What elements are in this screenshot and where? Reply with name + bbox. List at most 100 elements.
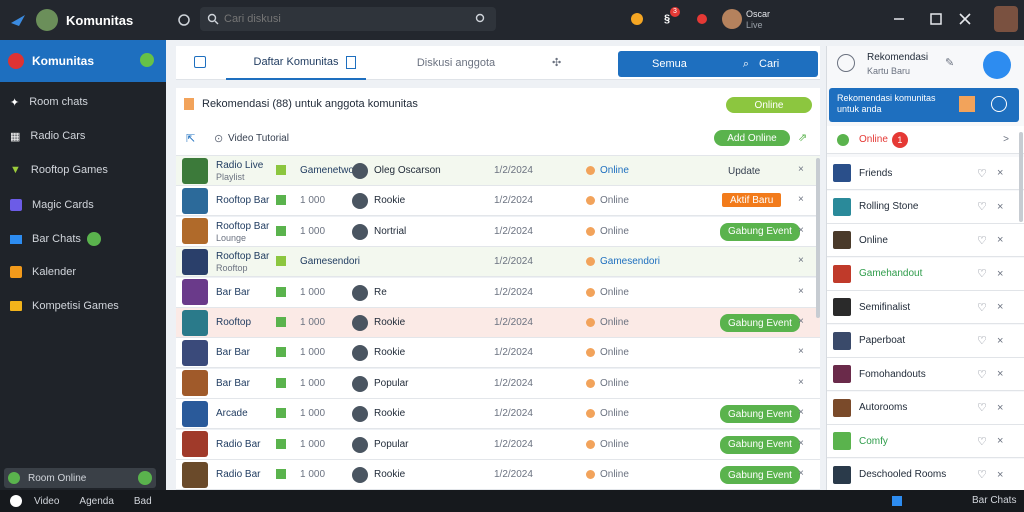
row-tag[interactable]: Gabung Event [720, 435, 800, 454]
headset-icon[interactable] [176, 12, 192, 28]
search-box[interactable] [200, 7, 496, 31]
friend-item[interactable]: Gamehandout ♡ × [827, 257, 1024, 291]
close-icon[interactable]: × [997, 335, 1003, 347]
close-icon[interactable]: × [997, 301, 1003, 313]
puzzle-icon[interactable]: ✣ [552, 56, 561, 69]
table-row[interactable]: Arcade 1 000 Rookie 1/2/2024 Online Gabung Ev… [176, 399, 820, 430]
fire-icon[interactable] [628, 10, 646, 28]
heart-icon[interactable]: ♡ [977, 200, 987, 213]
scrollbar[interactable] [1019, 132, 1023, 222]
row-more-icon[interactable]: × [798, 438, 804, 449]
row-check-icon[interactable] [276, 347, 286, 358]
row-more-icon[interactable]: × [798, 255, 804, 266]
row-more-icon[interactable]: × [798, 194, 804, 205]
grid-icon[interactable]: ⇱ [186, 132, 195, 145]
bottom-item[interactable]: Bad [134, 496, 152, 507]
close-icon[interactable] [958, 12, 972, 26]
row-check-icon[interactable] [276, 469, 286, 479]
avatar[interactable] [36, 9, 58, 31]
tab-communities[interactable]: Daftar Komunitas [226, 46, 366, 80]
sidebar-item-1[interactable]: ▦ Radio Cars [0, 126, 166, 146]
row-more-icon[interactable]: × [798, 468, 804, 479]
friend-item[interactable]: Autorooms ♡ × [827, 391, 1024, 425]
friend-item[interactable]: Friends ♡ × [827, 157, 1024, 190]
row-tag[interactable]: Update [720, 162, 768, 180]
search-input[interactable] [224, 13, 464, 25]
user-avatar[interactable] [722, 9, 742, 29]
collapse-icon[interactable]: > [1003, 134, 1009, 145]
heart-icon[interactable]: ♡ [977, 301, 987, 314]
heart-icon[interactable]: ♡ [977, 234, 987, 247]
close-icon[interactable]: × [997, 268, 1003, 280]
table-row[interactable]: Bar Bar 1 000 Popular 1/2/2024 Online × [176, 368, 820, 399]
sidebar-item-2[interactable]: ▼ Rooftop Games [0, 160, 166, 180]
close-icon[interactable]: × [997, 234, 1003, 246]
row-check-icon[interactable] [276, 256, 286, 267]
row-tag[interactable]: Gabung Event [720, 314, 800, 332]
table-row[interactable]: Rooftop Bar 1 000 Rookie 1/2/2024 Online Akti… [176, 186, 820, 217]
heart-icon[interactable]: ♡ [977, 368, 987, 381]
recommendation-banner[interactable]: Rekomendasi komunitas untuk anda [829, 88, 1019, 122]
sidebar-item-3[interactable]: Magic Cards [0, 195, 166, 215]
row-check-icon[interactable] [276, 195, 286, 206]
bottom-chat-icon[interactable] [892, 496, 902, 506]
filter-icon[interactable] [474, 13, 488, 25]
friend-item[interactable]: Paperboat ♡ × [827, 324, 1024, 358]
row-more-icon[interactable]: × [798, 407, 804, 418]
filter-button[interactable]: Semua ⌕ Cari [618, 51, 818, 77]
row-tag[interactable]: Aktif Baru [722, 193, 782, 208]
close-icon[interactable]: × [997, 402, 1003, 414]
heart-icon[interactable]: ♡ [977, 468, 987, 481]
table-row[interactable]: Radio Live Playlist Gamenetwork Oleg Oscars… [176, 156, 820, 186]
settings-icon[interactable] [140, 53, 154, 67]
share-icon[interactable]: ⇗ [798, 131, 807, 144]
row-check-icon[interactable] [276, 286, 286, 297]
table-row[interactable]: Rooftop Bar Lounge 1 000 Nortrial 1/2/2024 On… [176, 216, 820, 247]
heart-icon[interactable]: ♡ [977, 401, 987, 414]
home-icon[interactable] [194, 56, 206, 68]
table-row[interactable]: Radio Bar 1 000 Popular 1/2/2024 Online Gabun… [176, 429, 820, 460]
profile-avatar[interactable] [994, 6, 1018, 32]
online-section[interactable]: Online 1 > [827, 126, 1024, 154]
heart-icon[interactable]: ♡ [977, 435, 987, 448]
row-more-icon[interactable]: × [798, 164, 804, 175]
scrollbar[interactable] [816, 158, 820, 318]
close-icon[interactable]: × [997, 435, 1003, 447]
sidebar-item-5[interactable]: Kalender [0, 262, 166, 282]
row-more-icon[interactable]: × [798, 346, 804, 357]
sidebar-item-6[interactable]: Kompetisi Games [0, 296, 166, 316]
close-icon[interactable]: × [997, 469, 1003, 481]
bottom-item[interactable]: Agenda [79, 496, 113, 507]
table-row[interactable]: Bar Bar 1 000 Rookie 1/2/2024 Online × [176, 338, 820, 369]
minimize-icon[interactable] [892, 12, 906, 26]
sidebar-item-4[interactable]: Bar Chats [0, 229, 166, 249]
edit-icon[interactable]: ✎ [945, 56, 954, 69]
row-check-icon[interactable] [276, 225, 286, 236]
info-icon[interactable] [991, 96, 1007, 112]
sidebar-item-0[interactable]: ✦ Room chats [0, 92, 166, 112]
tab-discussion[interactable]: Diskusi anggota [396, 46, 516, 80]
friend-item[interactable]: Comfy ♡ × [827, 425, 1024, 458]
row-more-icon[interactable]: × [798, 286, 804, 297]
sidebar-footer[interactable]: Room Online [4, 468, 156, 488]
friend-item[interactable]: Semifinalist ♡ × [827, 291, 1024, 324]
row-tag[interactable]: Gabung Event [720, 466, 800, 484]
row-check-icon[interactable] [276, 165, 286, 175]
row-tag[interactable]: Gabung Event [720, 222, 800, 241]
friend-item[interactable]: Deschooled Rooms ♡ × [827, 458, 1024, 490]
row-check-icon[interactable] [276, 438, 286, 449]
row-check-icon[interactable] [276, 317, 286, 327]
sidebar-header[interactable]: Komunitas [0, 40, 166, 82]
heart-icon[interactable]: ♡ [977, 167, 987, 180]
row-tag[interactable]: Gabung Event [720, 405, 800, 424]
online-badge[interactable]: Online [726, 97, 812, 113]
table-row[interactable]: Bar Bar 1 000 Re 1/2/2024 Online × [176, 277, 820, 308]
row-more-icon[interactable]: × [798, 225, 804, 236]
document-icon[interactable] [346, 56, 356, 69]
close-icon[interactable]: × [997, 368, 1003, 380]
view-icon[interactable]: ⊙ [214, 132, 223, 145]
right-avatar[interactable] [983, 51, 1011, 79]
row-check-icon[interactable] [276, 377, 286, 388]
row-more-icon[interactable]: × [798, 316, 804, 327]
heart-icon[interactable]: ♡ [977, 334, 987, 347]
